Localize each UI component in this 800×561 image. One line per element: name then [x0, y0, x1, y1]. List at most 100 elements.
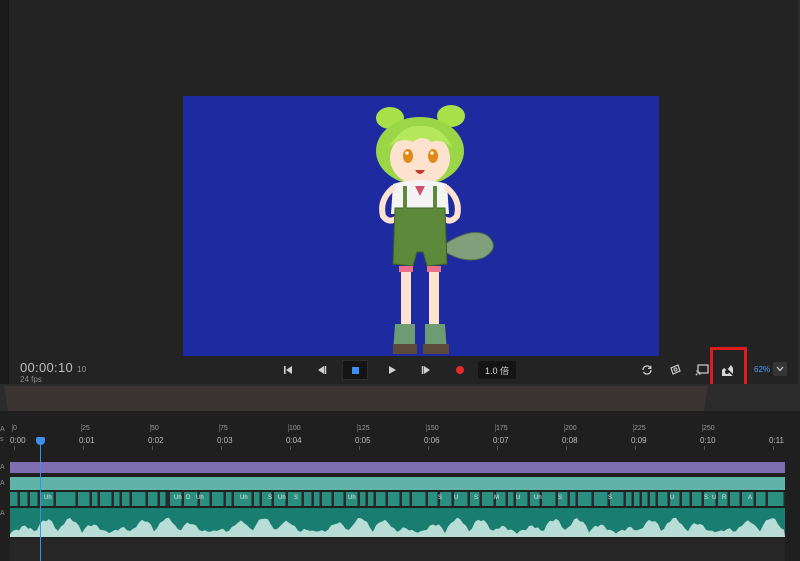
- viseme-segment[interactable]: [756, 492, 766, 506]
- ruler-tick: [635, 446, 636, 450]
- ruler-time-label: 0:07: [493, 436, 509, 445]
- ruler-frame-label: 150: [427, 425, 439, 432]
- timecode-value: 00:00:10: [20, 360, 74, 375]
- viseme-segment[interactable]: [114, 492, 120, 506]
- stage-preview[interactable]: [183, 96, 659, 356]
- viseme-segment[interactable]: [730, 492, 740, 506]
- play-button[interactable]: [382, 360, 402, 380]
- camera-icon: [669, 364, 681, 375]
- ruler-frame-label: 125: [358, 425, 370, 432]
- viseme-label: U: [712, 495, 717, 501]
- viseme-segment[interactable]: [402, 492, 410, 506]
- viseme-label: S: [608, 495, 613, 501]
- viseme-segment[interactable]: [334, 492, 344, 506]
- chevron-down-icon: [776, 366, 784, 372]
- viseme-segment[interactable]: [642, 492, 648, 506]
- viseme-segment[interactable]: [30, 492, 38, 506]
- viseme-segment[interactable]: [682, 492, 690, 506]
- timeline-ruler[interactable]: 0 25 50 75 100 125 150 175 200 225 250 0:00 0:01 0:02…: [0, 420, 800, 450]
- viseme-segment[interactable]: [542, 492, 556, 506]
- viseme-label: Uh: [196, 495, 204, 501]
- viseme-segment[interactable]: [610, 492, 624, 506]
- viseme-segment[interactable]: [212, 492, 224, 506]
- ruler-tick: [14, 446, 15, 450]
- playback-speed[interactable]: 1.0 倍: [478, 361, 517, 379]
- camera-button[interactable]: [666, 362, 684, 378]
- track-visemes[interactable]: Uh Uh D Uh Uh S Uh S Uh S U S M U Uh S S U S U R A: [10, 492, 785, 506]
- viseme-segment[interactable]: [122, 492, 130, 506]
- ruler-frame-label: 0: [13, 425, 17, 432]
- viseme-segment[interactable]: [508, 492, 514, 506]
- ruler-tick: [221, 446, 222, 450]
- viseme-label: U: [516, 495, 521, 501]
- step-back-button[interactable]: [312, 360, 332, 380]
- ruler-frame-label: 50: [151, 425, 159, 432]
- viseme-segment[interactable]: [658, 492, 668, 506]
- loop-icon: [642, 365, 652, 375]
- ruler-frame-label: 200: [565, 425, 577, 432]
- viseme-segment[interactable]: [768, 492, 784, 506]
- viseme-segment[interactable]: [578, 492, 592, 506]
- viseme-segment[interactable]: [388, 492, 400, 506]
- viseme-label: Uh: [348, 495, 356, 501]
- viseme-segment[interactable]: [148, 492, 158, 506]
- stop-button[interactable]: [342, 360, 368, 380]
- ruler-tick: [152, 446, 153, 450]
- ruler-tick: [81, 424, 82, 432]
- viseme-label: D: [186, 495, 191, 501]
- skip-to-start-button[interactable]: [278, 360, 298, 380]
- ruler-tick: [357, 424, 358, 432]
- viseme-label: S: [438, 495, 443, 501]
- viseme-segment[interactable]: [692, 492, 702, 506]
- viseme-segment[interactable]: [626, 492, 632, 506]
- viseme-segment[interactable]: [360, 492, 366, 506]
- ruler-tick: [773, 446, 774, 450]
- playhead-line: [40, 442, 41, 561]
- ruler-frame-label: 25: [82, 425, 90, 432]
- zoom-dropdown[interactable]: [773, 362, 787, 376]
- viseme-segment[interactable]: [428, 492, 438, 506]
- side-label: A: [0, 510, 5, 517]
- record-button[interactable]: [450, 360, 470, 380]
- viseme-segment[interactable]: [368, 492, 374, 506]
- loop-button[interactable]: [638, 362, 656, 378]
- viseme-segment[interactable]: [92, 492, 98, 506]
- viseme-label: Uh: [240, 495, 248, 501]
- track-purple[interactable]: [10, 462, 785, 473]
- waveform-shape: [10, 517, 785, 537]
- viseme-segment[interactable]: [100, 492, 112, 506]
- ruler-time-label: 0:06: [424, 436, 440, 445]
- step-forward-button[interactable]: [416, 360, 436, 380]
- viseme-segment[interactable]: [594, 492, 608, 506]
- ruler-time-label: 0:08: [562, 436, 578, 445]
- timecode-frames: 10: [77, 365, 87, 374]
- playhead-handle[interactable]: [36, 437, 45, 445]
- viseme-segment[interactable]: [570, 492, 576, 506]
- viseme-segment[interactable]: [634, 492, 640, 506]
- viseme-segment[interactable]: [376, 492, 386, 506]
- viseme-segment[interactable]: [322, 492, 332, 506]
- viseme-segment[interactable]: [56, 492, 76, 506]
- viseme-segment[interactable]: [650, 492, 656, 506]
- viseme-label: Uh: [174, 495, 182, 501]
- viseme-segment[interactable]: [10, 492, 18, 506]
- viseme-segment[interactable]: [160, 492, 166, 506]
- cast-button[interactable]: [693, 362, 711, 378]
- ruler-frame-label: 175: [496, 425, 508, 432]
- ruler-tick: [288, 424, 289, 432]
- viseme-segment[interactable]: [482, 492, 494, 506]
- viseme-segment[interactable]: [254, 492, 260, 506]
- track-audio[interactable]: [10, 508, 785, 537]
- viseme-label: U: [454, 495, 459, 501]
- viseme-segment[interactable]: [78, 492, 90, 506]
- viseme-segment[interactable]: [304, 492, 312, 506]
- viseme-segment[interactable]: [132, 492, 146, 506]
- ruler-time-label: 0:03: [217, 436, 233, 445]
- ruler-tick: [426, 424, 427, 432]
- viseme-segment[interactable]: [20, 492, 28, 506]
- viseme-segment[interactable]: [314, 492, 320, 506]
- track-teal[interactable]: [10, 477, 785, 490]
- viseme-segment[interactable]: [412, 492, 426, 506]
- viseme-segment[interactable]: [226, 492, 232, 506]
- ruler-frame-label: 250: [703, 425, 715, 432]
